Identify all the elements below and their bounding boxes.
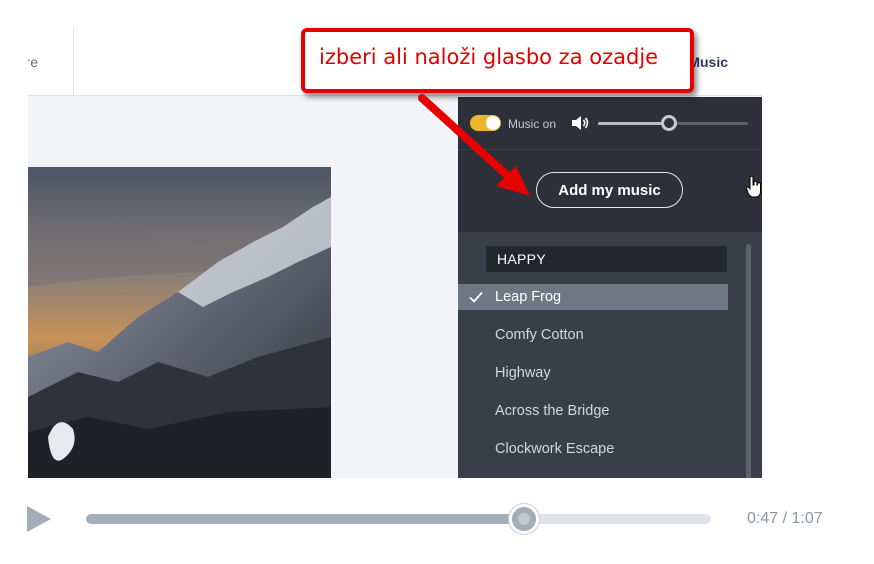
topbar-divider (73, 28, 74, 96)
track-title: Leap Frog (495, 289, 562, 305)
share-tab[interactable]: hare (28, 54, 38, 70)
seek-progress (86, 514, 524, 524)
list-scrollbar[interactable] (746, 244, 751, 478)
track-list: HAPPY Leap Frog Comfy Cotton Highway Across… (458, 232, 762, 478)
music-tab[interactable]: Music (688, 54, 728, 70)
track-title: Clockwork Escape (495, 441, 615, 457)
add-my-music-button[interactable]: Add my music (536, 172, 683, 208)
speaker-icon[interactable] (570, 113, 590, 133)
volume-knob[interactable] (660, 115, 677, 131)
volume-fill (598, 122, 669, 125)
track-title: Comfy Cotton (495, 327, 584, 343)
track-item[interactable]: Leap Frog (458, 284, 728, 310)
callout-text: izberi ali naloži glasbo za ozadje (319, 45, 659, 69)
play-icon[interactable] (25, 505, 53, 533)
callout-arrow-icon (418, 94, 530, 196)
checkmark-icon (469, 291, 483, 303)
track-title: Across the Bridge (495, 403, 610, 419)
slide-canvas (28, 97, 458, 478)
app-screenshot: hare Music (28, 28, 762, 478)
seek-bar[interactable] (86, 514, 711, 524)
track-item[interactable]: Across the Bridge (458, 398, 728, 424)
hand-cursor-icon (746, 175, 761, 198)
track-item[interactable]: Comfy Cotton (458, 322, 728, 348)
category-header: HAPPY (486, 246, 727, 272)
track-title: Highway (495, 365, 551, 381)
track-item[interactable]: Clockwork Escape (458, 436, 728, 462)
seek-handle[interactable] (508, 504, 539, 534)
annotation-callout: izberi ali naloži glasbo za ozadje (301, 28, 694, 93)
track-item[interactable]: Highway (458, 360, 728, 386)
time-readout: 0:47 / 1:07 (747, 510, 823, 527)
mountain-photo (28, 167, 331, 478)
